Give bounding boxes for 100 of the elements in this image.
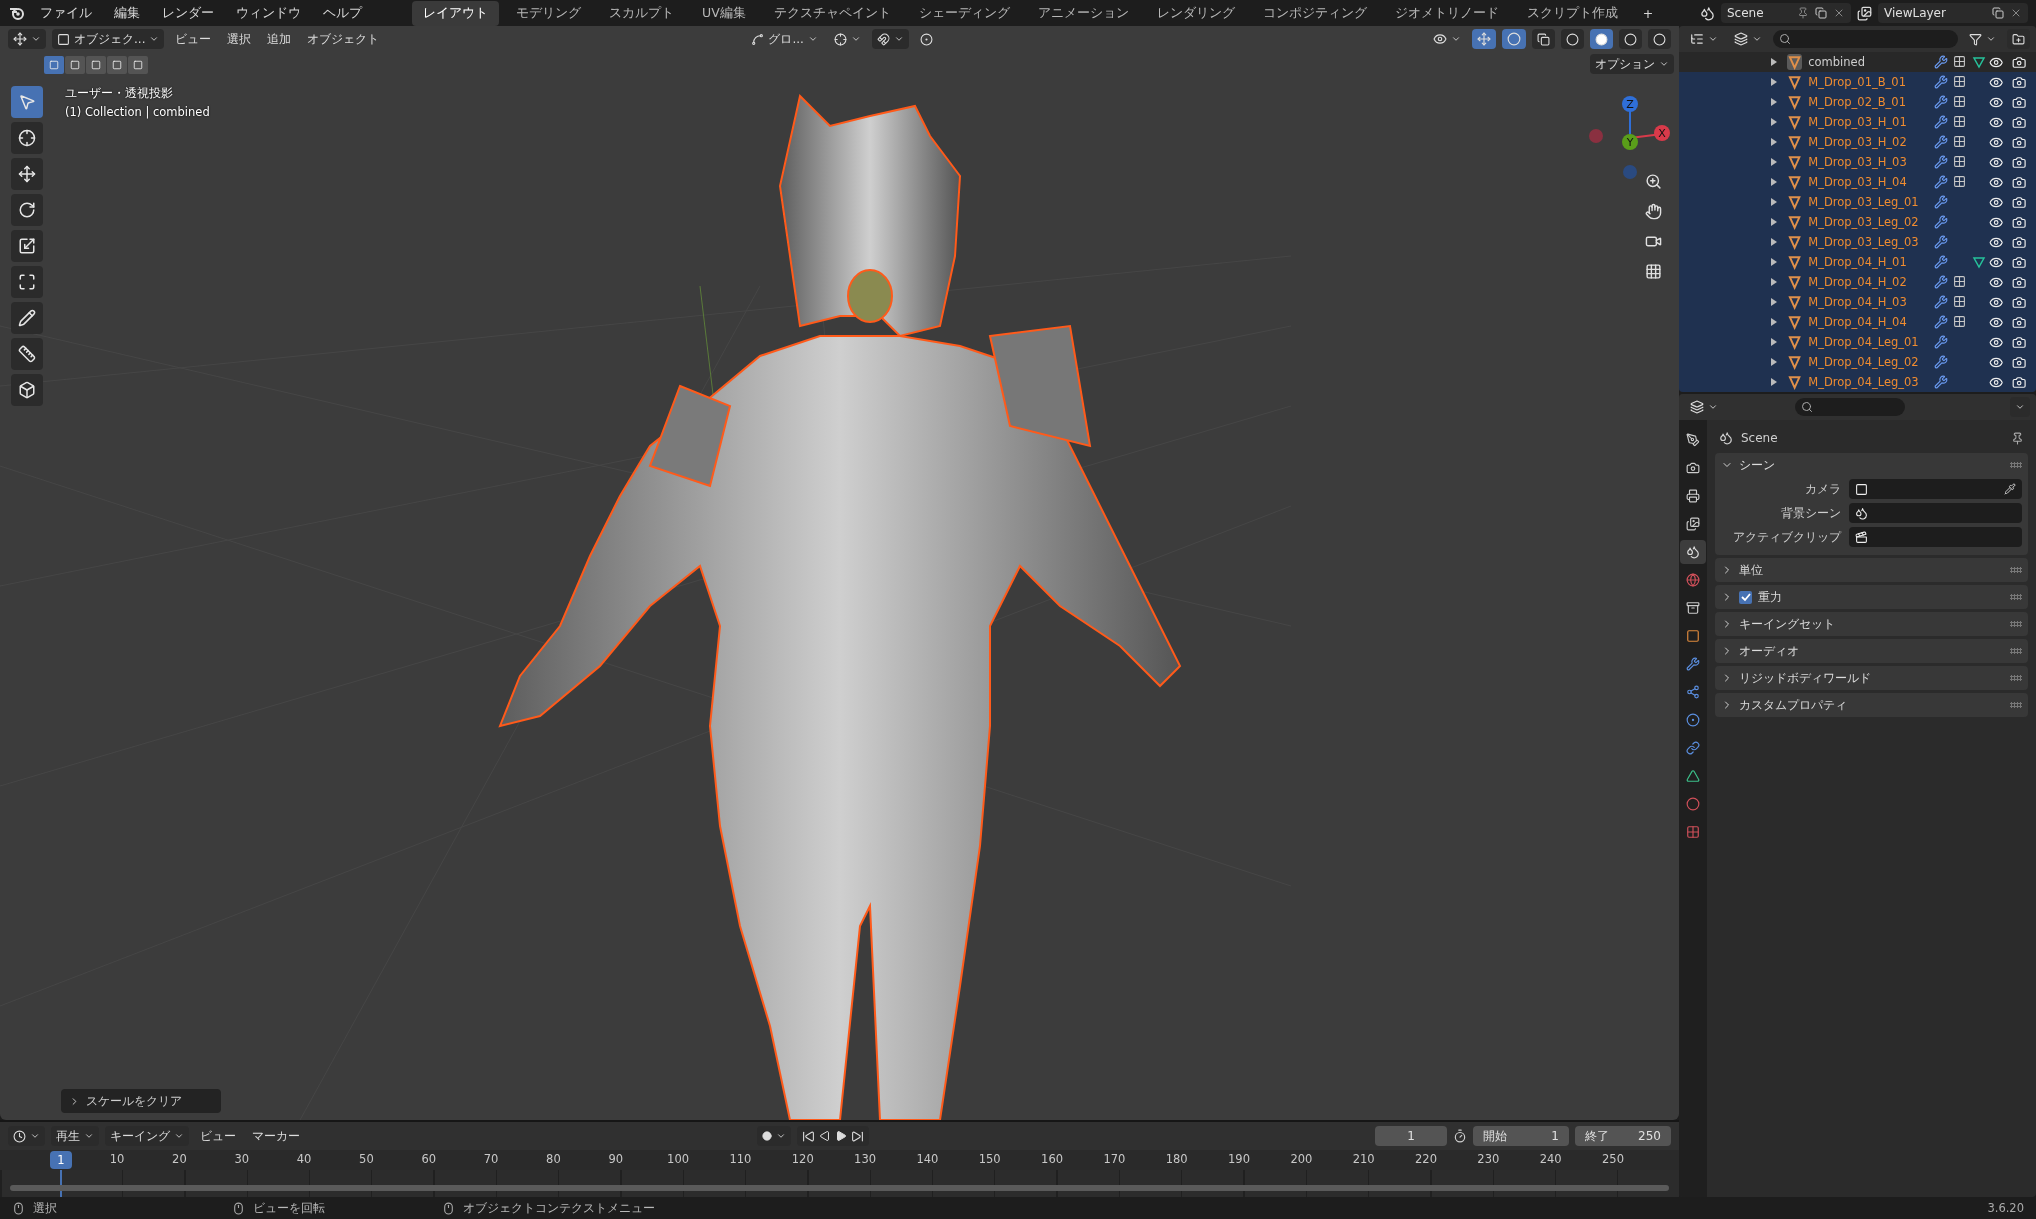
wrench-icon[interactable] [1934, 275, 1949, 289]
expand-arrow-icon[interactable] [1771, 298, 1777, 306]
drag-handle-icon[interactable] [2010, 702, 2022, 708]
wrench-icon[interactable] [1934, 75, 1949, 89]
properties-panel[interactable]: キーイングセット [1715, 612, 2028, 636]
scene-selector[interactable]: Scene [1721, 3, 1851, 23]
menu-item[interactable]: ウィンドウ [228, 1, 309, 25]
shading-button[interactable] [1619, 29, 1642, 49]
camera-icon[interactable] [2011, 54, 2026, 70]
grid-icon[interactable] [1953, 115, 1967, 128]
outliner-row[interactable]: M_Drop_03_Leg_01 [1679, 192, 2036, 212]
camera-icon[interactable] [2011, 114, 2026, 130]
grid-icon[interactable] [1953, 175, 1967, 188]
outliner-row[interactable]: M_Drop_03_H_04 [1679, 172, 2036, 192]
expand-arrow-icon[interactable] [1771, 218, 1777, 226]
workspace-tab[interactable]: モデリング [505, 0, 592, 26]
wrench-icon[interactable] [1934, 175, 1949, 189]
axis-handle[interactable]: Z [1622, 96, 1638, 112]
start-frame-field[interactable]: 開始 1 [1473, 1126, 1569, 1146]
outliner-row[interactable]: M_Drop_01_B_01 [1679, 72, 2036, 92]
workspace-tab[interactable]: シェーディング [907, 0, 1021, 26]
tool-button[interactable] [11, 266, 43, 298]
vertex-group-icon[interactable] [1972, 255, 1987, 269]
checkbox[interactable] [1739, 590, 1752, 604]
workspace-tab[interactable]: レイアウト [412, 0, 499, 26]
data-field[interactable] [1849, 503, 2022, 523]
camera-icon[interactable] [2011, 94, 2026, 110]
workspace-tab[interactable]: スクリプト作成 [1515, 0, 1629, 26]
gizmo-button[interactable] [1472, 29, 1496, 49]
shading-button[interactable] [1590, 29, 1613, 49]
grid-icon[interactable] [1953, 275, 1967, 288]
shading-button[interactable] [1648, 29, 1671, 49]
view-layer-icon[interactable] [1857, 5, 1872, 21]
options-dropdown[interactable]: オプション [1590, 54, 1674, 74]
wrench-icon[interactable] [1934, 55, 1949, 69]
outliner-row[interactable]: M_Drop_04_H_02 [1679, 272, 2036, 292]
selection-mode-button[interactable] [128, 56, 148, 74]
outliner-row[interactable]: M_Drop_03_Leg_02 [1679, 212, 2036, 232]
outliner-row[interactable]: M_Drop_04_Leg_02 [1679, 352, 2036, 372]
tool-button[interactable] [11, 374, 43, 406]
selection-mode-button[interactable] [86, 56, 106, 74]
menu-item[interactable]: ファイル [32, 1, 100, 25]
expand-arrow-icon[interactable] [1771, 198, 1777, 206]
expand-arrow-icon[interactable] [1771, 118, 1777, 126]
record-button[interactable] [757, 1126, 791, 1146]
app-logo-icon[interactable] [8, 5, 26, 21]
last-operation-panel[interactable]: スケールをクリア [61, 1089, 221, 1113]
menu-item[interactable]: 追加 [262, 29, 297, 49]
data-field[interactable] [1849, 527, 2022, 547]
grid-icon[interactable] [1953, 295, 1967, 308]
outliner-row[interactable]: M_Drop_04_H_01 [1679, 252, 2036, 272]
search-field[interactable] [1773, 30, 1958, 48]
drag-handle-icon[interactable] [2010, 648, 2022, 654]
expand-arrow-icon[interactable] [1771, 178, 1777, 186]
properties-panel[interactable]: オーディオ [1715, 639, 2028, 663]
camera-icon[interactable] [2011, 254, 2026, 270]
current-frame-field[interactable]: 1 [1375, 1126, 1447, 1146]
properties-panel[interactable]: リジッドボディワールド [1715, 666, 2028, 690]
camera-icon[interactable] [2011, 374, 2026, 390]
camera-icon[interactable] [2011, 234, 2026, 250]
properties-panel[interactable]: 単位 [1715, 558, 2028, 582]
expand-arrow-icon[interactable] [1771, 378, 1777, 386]
overlay-button[interactable] [1502, 29, 1526, 49]
outliner-row[interactable]: M_Drop_04_Leg_03 [1679, 372, 2036, 392]
wrench-icon[interactable] [1934, 195, 1949, 209]
workspace-tab[interactable]: アニメーション [1026, 0, 1140, 26]
grid-icon[interactable] [1953, 75, 1967, 88]
data-field[interactable] [1849, 479, 2022, 499]
camera-icon[interactable] [2011, 294, 2026, 310]
workspace-tab[interactable]: UV編集 [691, 0, 757, 26]
wrench-icon[interactable] [1934, 335, 1949, 349]
snap-button[interactable] [871, 29, 909, 49]
menu-dropdown[interactable]: 再生 [51, 1126, 99, 1146]
wrench-icon[interactable] [1934, 235, 1949, 249]
camera-icon[interactable] [2011, 314, 2026, 330]
grid-icon[interactable] [1953, 155, 1967, 168]
menu-item[interactable]: オブジェクト [302, 29, 385, 49]
grid-icon[interactable] [1953, 95, 1967, 108]
drag-handle-icon[interactable] [2010, 462, 2022, 468]
eyedropper-icon[interactable] [2004, 483, 2016, 495]
outliner-row[interactable]: M_Drop_04_H_04 [1679, 312, 2036, 332]
tool-button[interactable] [11, 122, 43, 154]
menu-item[interactable]: マーカー [247, 1126, 305, 1146]
pin-icon[interactable] [2011, 431, 2024, 445]
drag-handle-icon[interactable] [2010, 675, 2022, 681]
selection-mode-button[interactable] [65, 56, 85, 74]
axis-handle[interactable]: Y [1622, 134, 1638, 150]
wrench-icon[interactable] [1934, 375, 1949, 389]
editor-type-button[interactable] [8, 29, 46, 49]
timeline-scrollbar[interactable] [10, 1185, 1669, 1191]
camera-icon[interactable] [2011, 354, 2026, 370]
camera-icon[interactable] [2011, 334, 2026, 350]
add-workspace-button[interactable]: + [1634, 2, 1662, 24]
menu-item[interactable]: 選択 [222, 29, 257, 49]
xray-button[interactable] [1532, 29, 1555, 49]
properties-panel[interactable]: 重力 [1715, 585, 2028, 609]
outliner-row[interactable]: M_Drop_04_H_03 [1679, 292, 2036, 312]
tool-button[interactable] [11, 158, 43, 190]
wrench-icon[interactable] [1934, 255, 1949, 269]
wrench-icon[interactable] [1934, 155, 1949, 169]
